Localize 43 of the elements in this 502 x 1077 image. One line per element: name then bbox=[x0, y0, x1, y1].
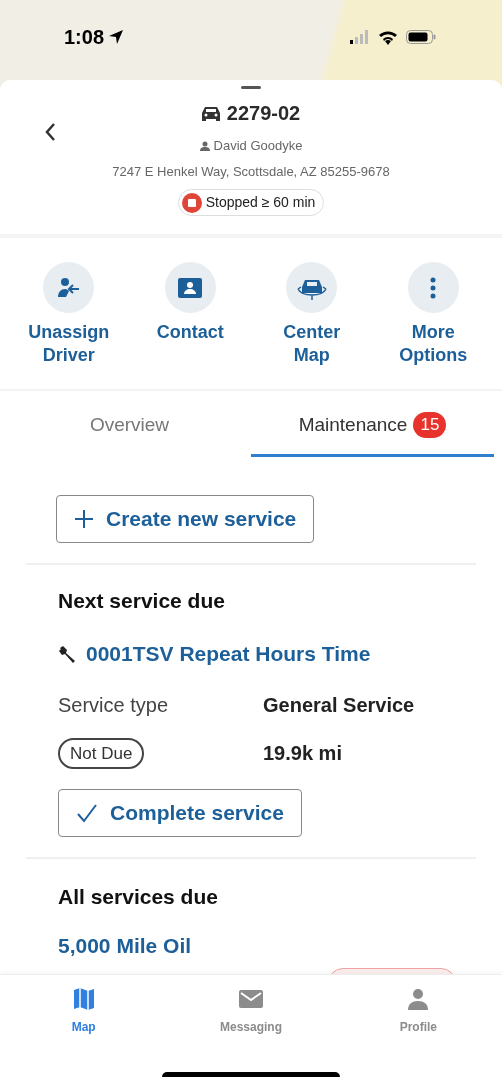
tab[interactable]: Overview bbox=[8, 411, 251, 457]
envelope-icon bbox=[239, 990, 263, 1008]
drag-handle[interactable] bbox=[241, 86, 261, 89]
driver-name: David Goodyke bbox=[213, 137, 303, 155]
signal-icon bbox=[350, 30, 370, 44]
service-link[interactable]: 0001TSV Repeat Hours Time bbox=[86, 638, 371, 670]
address-text: 7247 E Henkel Way, Scottsdale, AZ 85255-9678 bbox=[112, 162, 390, 181]
person-icon bbox=[407, 988, 430, 1010]
nav-tab[interactable]: Profile bbox=[334, 987, 502, 1036]
distance-value: 19.9k mi bbox=[263, 741, 343, 766]
person-arrow-icon bbox=[56, 276, 81, 299]
status-tag: Not Due bbox=[58, 737, 145, 769]
chevron-left-icon bbox=[44, 122, 56, 142]
create-service-button[interactable]: Create new service bbox=[56, 494, 315, 543]
nav-tab[interactable]: Map bbox=[0, 987, 168, 1036]
action-button[interactable]: More Options bbox=[372, 262, 494, 367]
nav-tab[interactable]: Messaging bbox=[167, 987, 335, 1036]
wifi-icon bbox=[378, 29, 398, 45]
complete-service-button[interactable]: Complete service bbox=[58, 788, 302, 837]
battery-icon bbox=[406, 30, 436, 44]
plus-icon bbox=[74, 508, 94, 529]
section-title: All services due bbox=[58, 883, 219, 910]
check-icon bbox=[76, 802, 98, 823]
map-icon bbox=[72, 987, 95, 1011]
field-value: General Service bbox=[263, 692, 416, 718]
contact-card-icon bbox=[177, 276, 204, 299]
action-button[interactable]: Unassign Driver bbox=[8, 262, 130, 367]
more-vertical-icon bbox=[430, 276, 437, 299]
stop-icon bbox=[181, 192, 202, 213]
wrench-icon bbox=[58, 644, 76, 663]
count-badge: 15 bbox=[413, 412, 447, 439]
car-icon bbox=[201, 105, 220, 121]
vehicle-title: 2279-02 bbox=[226, 101, 301, 126]
status-time: 1:08 bbox=[64, 25, 105, 50]
person-icon bbox=[199, 140, 210, 151]
field-label: Service type bbox=[58, 692, 170, 718]
action-button[interactable]: Contact bbox=[129, 262, 251, 367]
section-title: Next service due bbox=[58, 587, 226, 614]
location-arrow-icon bbox=[108, 29, 125, 45]
service-link[interactable]: 5,000 Mile Oil bbox=[58, 932, 192, 960]
tab[interactable]: Maintenance 15 bbox=[251, 411, 494, 457]
action-button[interactable]: Center Map bbox=[251, 262, 373, 367]
status-text: Stopped ≥ 60 min bbox=[205, 193, 316, 212]
